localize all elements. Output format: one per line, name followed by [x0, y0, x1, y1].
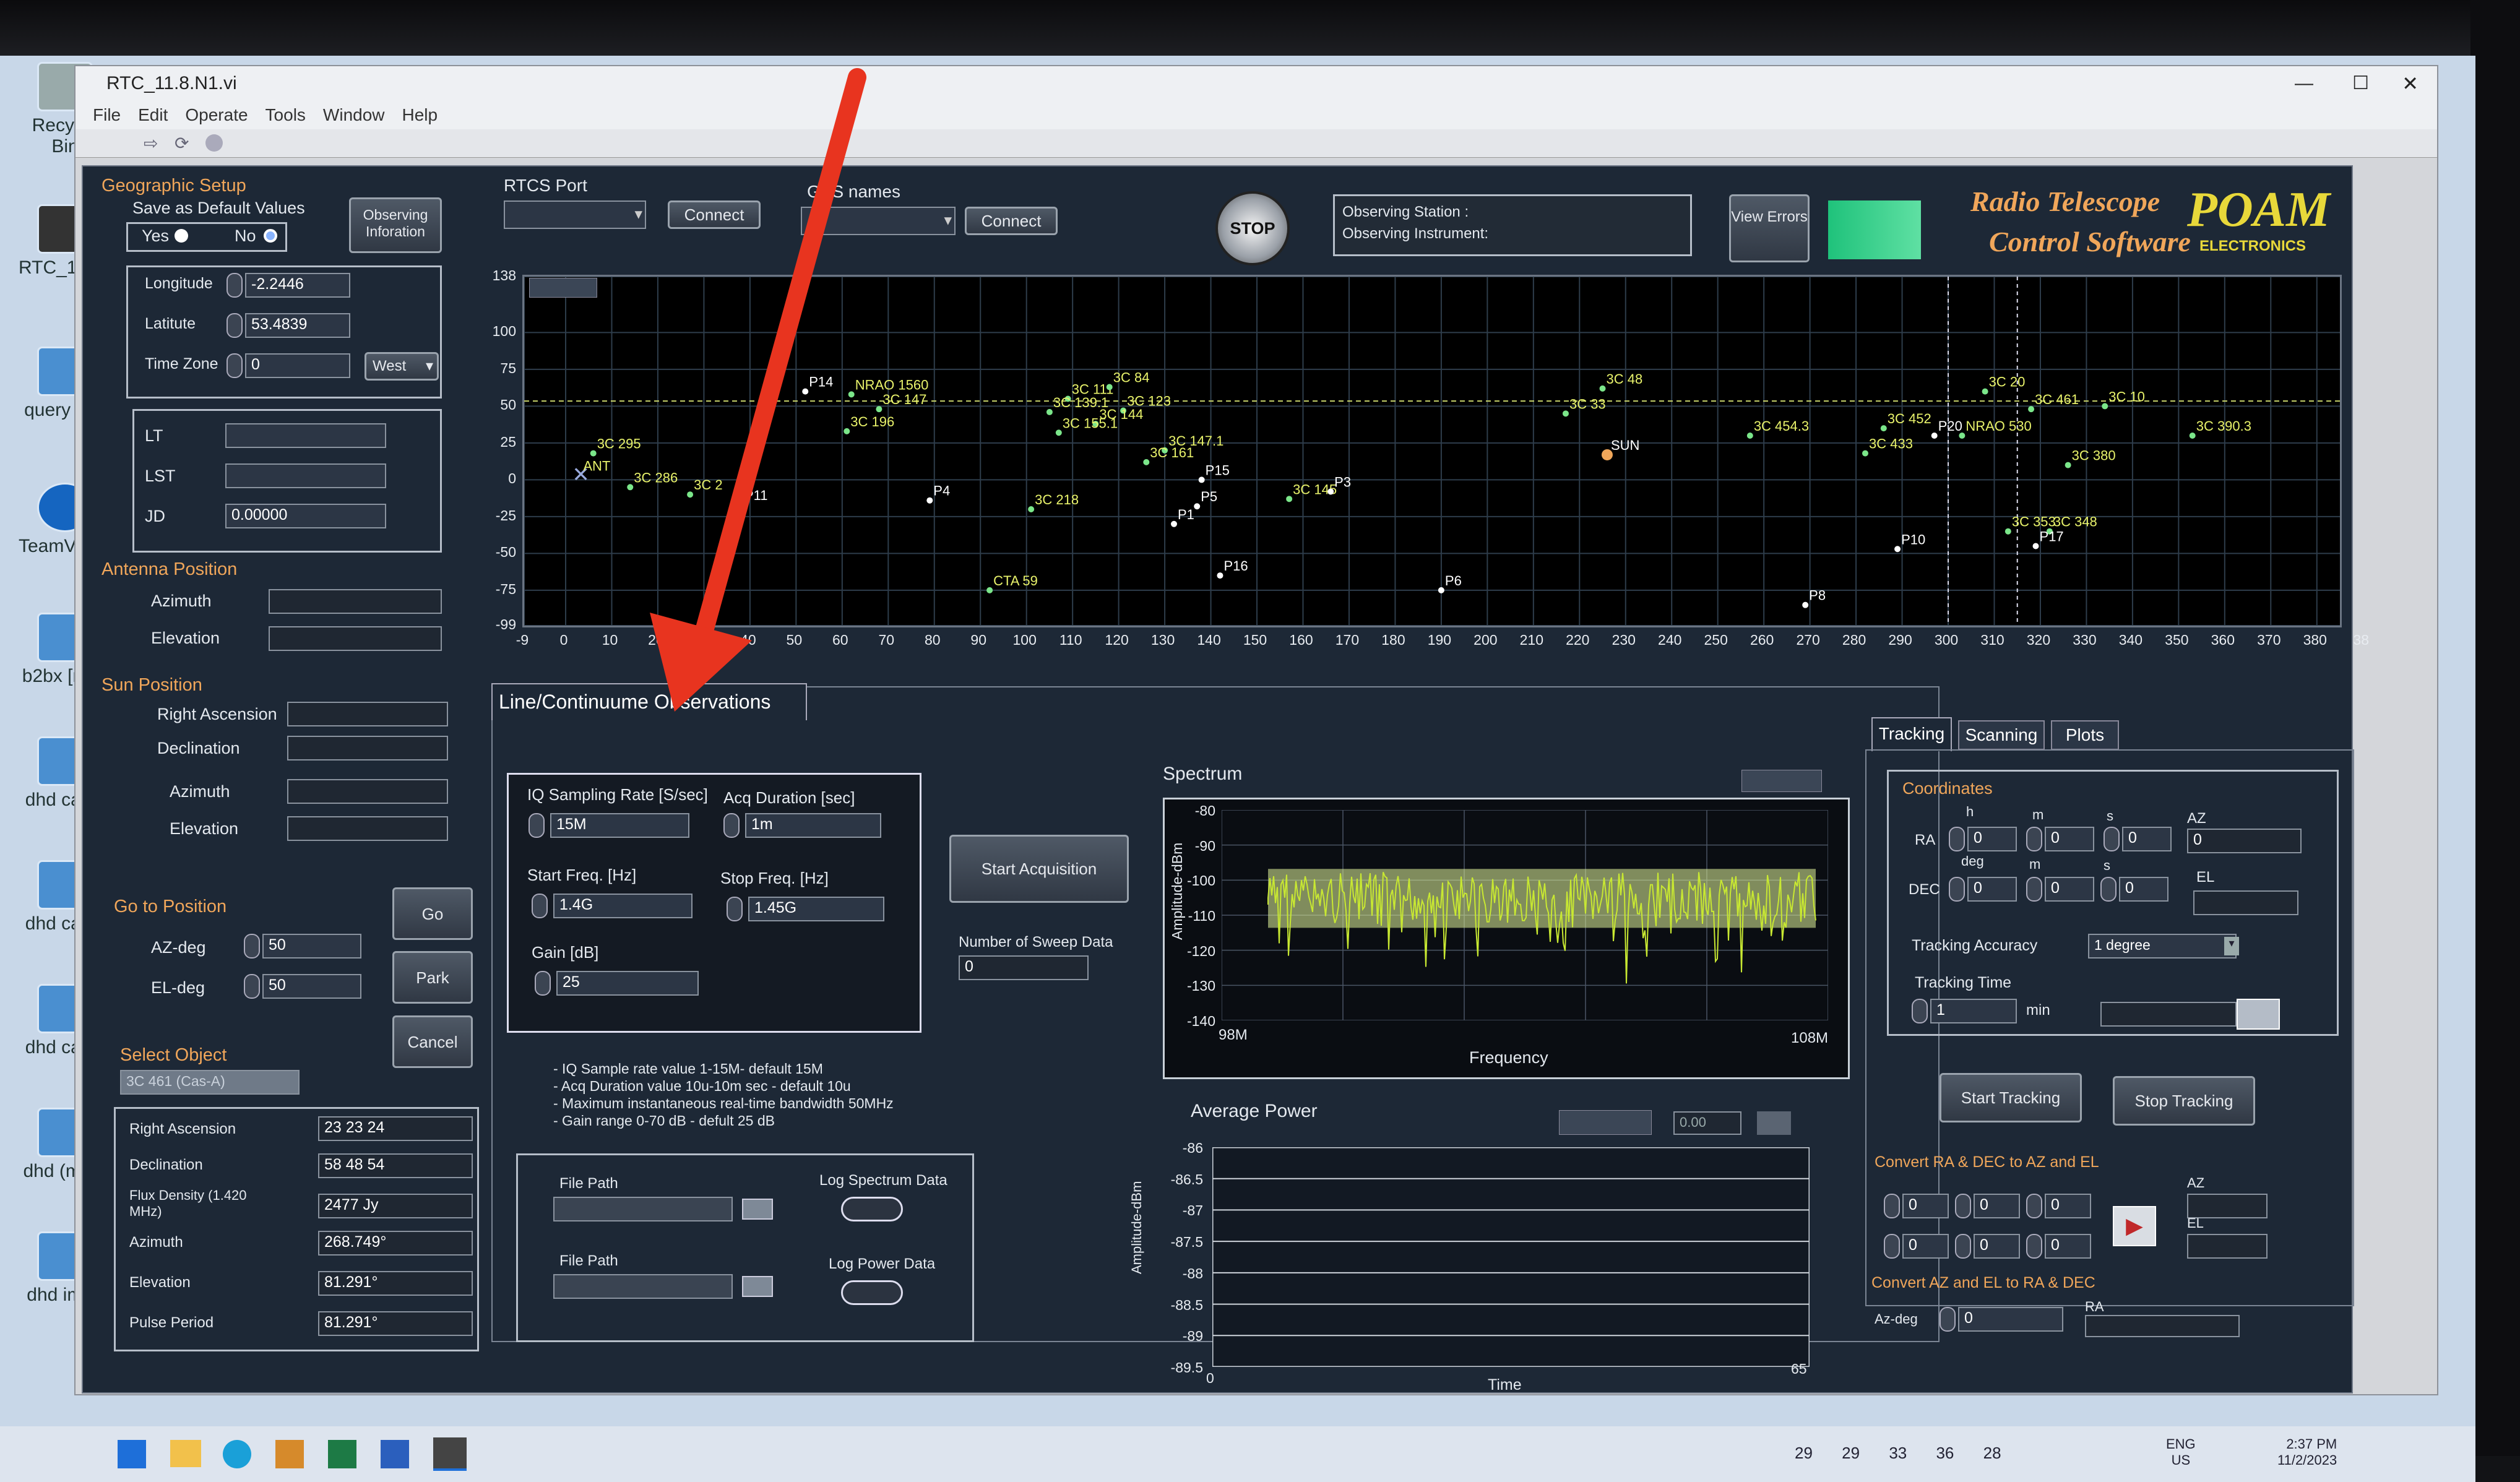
- annotation-arrow: [650, 68, 866, 712]
- arrow-shaft: [693, 68, 866, 647]
- arrow-head: [650, 613, 752, 712]
